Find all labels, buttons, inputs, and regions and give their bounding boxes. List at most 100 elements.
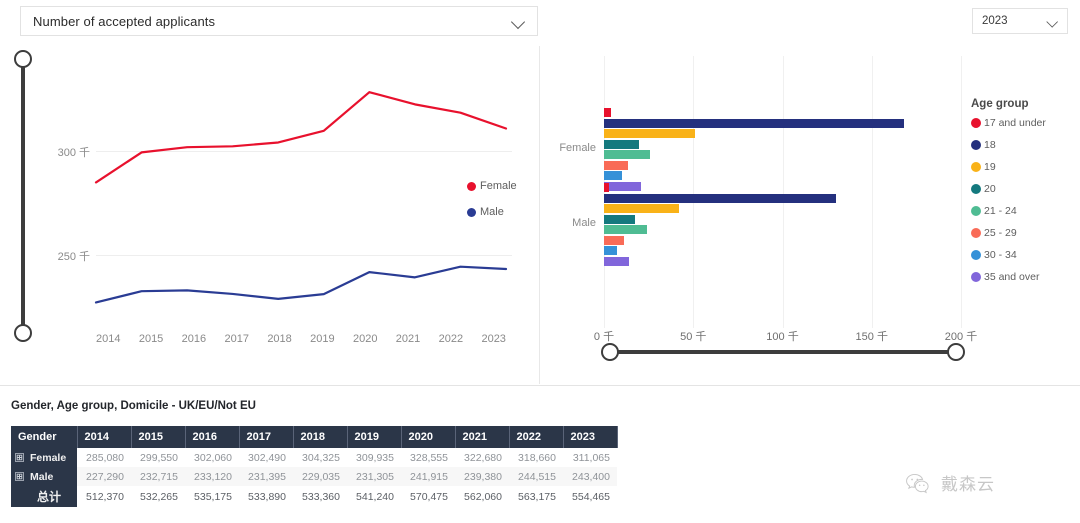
table-column-header[interactable]: 2015 bbox=[131, 426, 186, 448]
table-row-header[interactable]: 总计 bbox=[11, 486, 77, 507]
bar-male-30---34[interactable] bbox=[604, 246, 618, 255]
table-column-header[interactable]: 2018 bbox=[293, 426, 348, 448]
bar-female-25---29[interactable] bbox=[604, 160, 629, 170]
bar-group-label: Male bbox=[572, 217, 596, 229]
x-axis-tick-label: 200 千 bbox=[944, 331, 978, 343]
legend-title: Age group bbox=[971, 98, 1029, 110]
table-cell: 299,550 bbox=[131, 448, 185, 467]
table-corner-header[interactable]: Gender bbox=[11, 426, 78, 448]
table-column-header[interactable]: 2014 bbox=[77, 426, 132, 448]
measure-select-label: Number of accepted applicants bbox=[33, 13, 216, 29]
expand-icon[interactable]: ⊞ bbox=[15, 453, 24, 463]
bar-female-17-and-under[interactable] bbox=[604, 108, 612, 117]
table-cell: 285,080 bbox=[77, 448, 131, 467]
legend-item-label: Female bbox=[480, 180, 517, 192]
bar-male-19[interactable] bbox=[604, 204, 679, 213]
bar-male-18[interactable] bbox=[604, 193, 837, 203]
legend-item[interactable]: 30 - 34 bbox=[971, 249, 1079, 261]
x-axis-tick-label: 2017 bbox=[224, 333, 249, 345]
table-row-label: Female bbox=[30, 451, 67, 464]
x-axis-tick-label: 0 千 bbox=[593, 331, 615, 343]
table-row-header[interactable]: ⊞ Female bbox=[11, 448, 77, 467]
gridline bbox=[604, 56, 605, 328]
table-column-header[interactable]: 2022 bbox=[509, 426, 564, 448]
legend-item[interactable]: 25 - 29 bbox=[971, 227, 1079, 239]
bar-female-30---34[interactable] bbox=[604, 171, 622, 180]
bar-female-18[interactable] bbox=[604, 118, 904, 128]
slider-handle-upper[interactable] bbox=[14, 50, 32, 68]
legend-color-dot bbox=[467, 181, 476, 191]
line-chart-legend: Female Male bbox=[467, 180, 517, 232]
table-row-header[interactable]: ⊞ Male bbox=[11, 467, 77, 486]
gridline bbox=[871, 56, 873, 328]
x-axis-tick-label: 2021 bbox=[395, 333, 421, 345]
slider-handle-left[interactable] bbox=[601, 343, 619, 361]
x-axis-tick-label: 2019 bbox=[310, 333, 335, 345]
table-cell: 328,555 bbox=[401, 448, 455, 467]
bar-male-25---29[interactable] bbox=[604, 235, 624, 245]
legend-item[interactable]: Male bbox=[467, 206, 517, 218]
legend-item-label: 35 and over bbox=[984, 271, 1040, 283]
table-column-header[interactable]: 2020 bbox=[401, 426, 456, 448]
table-cell: 233,120 bbox=[185, 467, 239, 486]
bar-female-20[interactable] bbox=[604, 139, 639, 149]
legend-item[interactable]: 17 and under bbox=[971, 117, 1079, 129]
table-column-header[interactable]: 2023 bbox=[563, 426, 618, 448]
x-axis-tick-label: 100 千 bbox=[766, 331, 799, 343]
table-cell: 239,380 bbox=[455, 467, 509, 486]
slider-handle-lower[interactable] bbox=[14, 324, 32, 342]
line-chart-plot bbox=[94, 91, 508, 304]
legend-item[interactable]: 20 bbox=[971, 183, 1079, 195]
table-row: 总计 512,370 532,265 535,175 533,890 533,360 541… bbox=[11, 486, 617, 507]
table-column-header[interactable]: 2016 bbox=[185, 426, 240, 448]
bar-male-17-and-under[interactable] bbox=[604, 183, 609, 192]
bar-male-21---24[interactable] bbox=[604, 225, 647, 234]
bar-male-35-and-over[interactable] bbox=[604, 256, 629, 266]
x-axis-tick-label: 150 千 bbox=[855, 331, 888, 343]
bar-male-20[interactable] bbox=[604, 214, 636, 224]
legend-item[interactable]: 18 bbox=[971, 139, 1079, 151]
x-axis-tick-label: 2014 bbox=[96, 333, 121, 345]
gridline bbox=[782, 56, 784, 328]
table-cell: 232,715 bbox=[131, 467, 185, 486]
legend-item[interactable]: 21 - 24 bbox=[971, 205, 1079, 217]
data-table: Gender 2014 2015 2016 2017 2018 2019 2020 2021 20… bbox=[11, 426, 618, 507]
bar-female-35-and-over[interactable] bbox=[604, 181, 642, 191]
slider-handle-right[interactable] bbox=[947, 343, 965, 361]
year-select[interactable]: 2023 bbox=[972, 8, 1068, 34]
bar-female-21---24[interactable] bbox=[604, 150, 651, 159]
table-cell: 535,175 bbox=[185, 486, 239, 507]
x-axis-tick-label: 2015 bbox=[138, 333, 164, 345]
table-cell: 231,395 bbox=[239, 467, 293, 486]
x-axis-tick-label: 2020 bbox=[352, 333, 378, 345]
table-cell: 562,060 bbox=[455, 486, 509, 507]
table-cell: 302,490 bbox=[239, 448, 293, 467]
expand-icon[interactable]: ⊞ bbox=[15, 472, 24, 482]
table-cell: 229,035 bbox=[293, 467, 347, 486]
table-column-header[interactable]: 2019 bbox=[347, 426, 402, 448]
y-axis-range-slider[interactable] bbox=[13, 50, 33, 342]
table-cell: 302,060 bbox=[185, 448, 239, 467]
legend-color-dot bbox=[971, 206, 981, 216]
table-column-header[interactable]: 2021 bbox=[455, 426, 510, 448]
table-row-label: 总计 bbox=[36, 490, 61, 504]
x-axis-range-slider[interactable] bbox=[601, 343, 965, 361]
legend-color-dot bbox=[971, 184, 981, 194]
legend-item[interactable]: 19 bbox=[971, 161, 1079, 173]
legend-item[interactable]: Female bbox=[467, 180, 517, 192]
measure-select[interactable]: Number of accepted applicants bbox=[20, 6, 538, 36]
watermark-text: 戴森云 bbox=[941, 475, 995, 495]
slider-track bbox=[610, 350, 956, 354]
table-cell: 241,915 bbox=[401, 467, 455, 486]
legend-item[interactable]: 35 and over bbox=[971, 271, 1079, 283]
table-column-header[interactable]: 2017 bbox=[239, 426, 294, 448]
line-series-female bbox=[94, 91, 508, 184]
bar-female-19[interactable] bbox=[604, 129, 696, 138]
table-title: Gender, Age group, Domicile - UK/EU/Not … bbox=[11, 400, 256, 412]
line-series-male bbox=[94, 265, 508, 304]
table-cell: 318,660 bbox=[509, 448, 563, 467]
table-cell: 322,680 bbox=[455, 448, 509, 467]
legend-color-dot bbox=[971, 140, 981, 150]
table-cell: 227,290 bbox=[77, 467, 131, 486]
legend-item-label: 17 and under bbox=[984, 117, 1046, 129]
